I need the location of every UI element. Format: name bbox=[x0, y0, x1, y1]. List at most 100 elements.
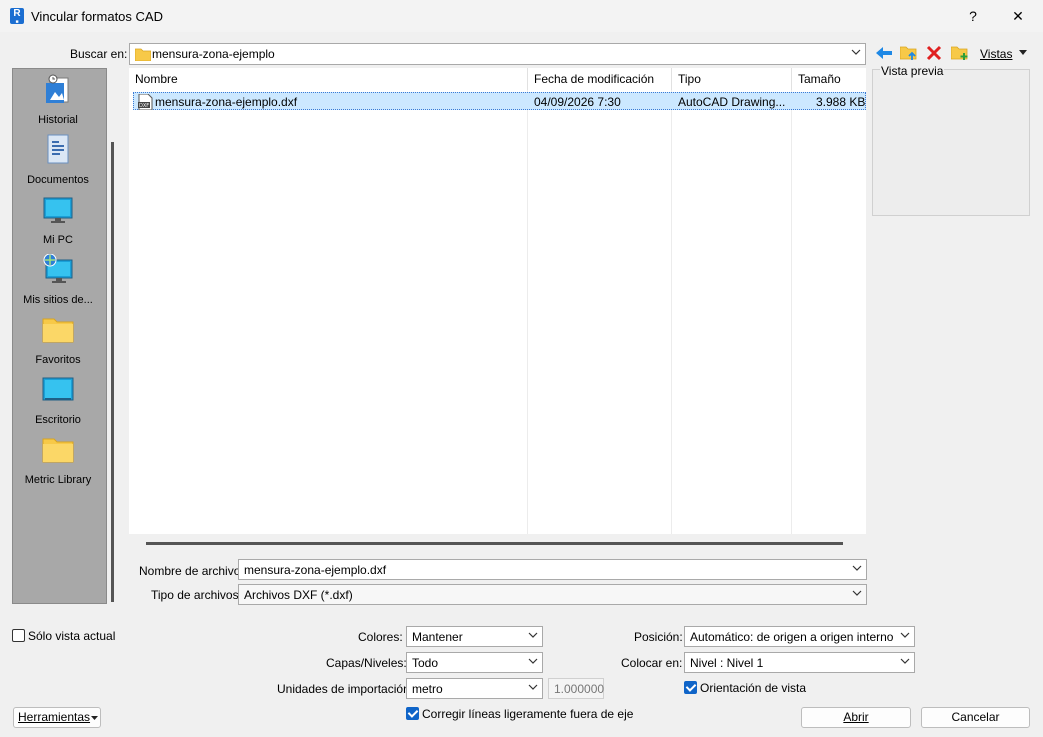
column-header-date[interactable]: Fecha de modificación bbox=[528, 68, 672, 90]
chevron-down-icon bbox=[900, 632, 910, 638]
svg-text:DXF: DXF bbox=[139, 103, 149, 109]
column-divider bbox=[527, 90, 528, 534]
chevron-down-icon[interactable] bbox=[852, 563, 862, 573]
up-folder-icon[interactable] bbox=[900, 44, 918, 61]
orient-to-view-label: Orientación de vista bbox=[700, 681, 807, 695]
lookin-combo[interactable]: mensura-zona-ejemplo bbox=[129, 43, 866, 65]
filename-value: mensura-zona-ejemplo.dxf bbox=[244, 563, 387, 577]
help-button[interactable]: ? bbox=[958, 6, 988, 26]
colors-value: Mantener bbox=[412, 630, 463, 644]
import-units-value: metro bbox=[412, 682, 443, 696]
chevron-down-icon bbox=[528, 684, 538, 690]
preview-label: Vista previa bbox=[880, 64, 945, 78]
place-historial[interactable]: Historial bbox=[13, 74, 103, 134]
column-header-type[interactable]: Tipo bbox=[672, 68, 792, 90]
place-escritorio[interactable]: Escritorio bbox=[13, 374, 103, 434]
back-arrow-icon[interactable] bbox=[875, 45, 893, 61]
correct-lines-label: Corregir líneas ligeramente fuera de eje bbox=[422, 707, 634, 721]
folder-icon bbox=[42, 318, 74, 343]
new-folder-icon[interactable] bbox=[951, 44, 969, 61]
dxf-file-icon: DXF bbox=[138, 94, 153, 110]
place-label: Metric Library bbox=[24, 474, 92, 486]
column-header-name[interactable]: Nombre bbox=[129, 68, 528, 90]
filetype-label: Tipo de archivos: bbox=[151, 588, 242, 602]
place-at-label: Colocar en: bbox=[621, 656, 683, 670]
layers-select[interactable]: Todo bbox=[406, 652, 543, 673]
place-documentos[interactable]: Documentos bbox=[13, 134, 103, 194]
layers-value: Todo bbox=[412, 656, 439, 670]
import-units-label: Unidades de importación: bbox=[277, 682, 414, 696]
preview-panel bbox=[872, 69, 1030, 216]
place-label: Mi PC bbox=[43, 234, 73, 246]
file-type: AutoCAD Drawing... bbox=[678, 95, 786, 109]
views-menu-button[interactable]: Vistas bbox=[980, 47, 1012, 61]
close-button[interactable]: ✕ bbox=[1003, 6, 1033, 26]
caret-down-icon[interactable] bbox=[1019, 50, 1027, 56]
places-bar: Historial Documentos Mi PC Mis sitios de… bbox=[12, 68, 107, 604]
documents-icon bbox=[47, 134, 69, 164]
place-mi-pc[interactable]: Mi PC bbox=[13, 194, 103, 254]
network-sites-icon bbox=[43, 254, 73, 283]
open-button[interactable]: Abrir bbox=[801, 707, 911, 728]
file-list: Nombre Fecha de modificación Tipo Tamaño… bbox=[129, 68, 866, 534]
place-mis-sitios[interactable]: Mis sitios de... bbox=[13, 254, 103, 314]
desktop-icon bbox=[42, 377, 74, 401]
lookin-label: Buscar en: bbox=[70, 47, 128, 61]
place-at-value: Nivel : Nivel 1 bbox=[690, 656, 764, 670]
import-units-factor: 1.000000 bbox=[548, 678, 604, 699]
correct-lines-checkbox[interactable] bbox=[406, 707, 419, 720]
folder-icon bbox=[42, 438, 74, 463]
delete-icon[interactable] bbox=[926, 45, 942, 61]
current-view-only-checkbox[interactable] bbox=[12, 629, 25, 642]
orient-to-view-checkbox[interactable] bbox=[684, 681, 697, 694]
chevron-down-icon bbox=[900, 658, 910, 664]
views-label: Vistas bbox=[980, 47, 1013, 61]
filename-label: Nombre de archivo: bbox=[139, 564, 244, 578]
file-size: 3.988 KB bbox=[816, 95, 866, 109]
chevron-down-icon bbox=[528, 658, 538, 664]
column-divider bbox=[791, 90, 792, 534]
current-view-only-label: Sólo vista actual bbox=[28, 629, 116, 643]
filetype-value: Archivos DXF (*.dxf) bbox=[244, 588, 353, 602]
place-label: Historial bbox=[38, 114, 78, 126]
place-label: Favoritos bbox=[35, 354, 81, 366]
place-label: Documentos bbox=[27, 174, 89, 186]
filename-input[interactable]: mensura-zona-ejemplo.dxf bbox=[238, 559, 867, 580]
cancel-label: Cancelar bbox=[951, 710, 1000, 724]
position-label: Posición: bbox=[634, 630, 683, 644]
folder-icon bbox=[135, 48, 151, 61]
title-bar: R ■ Vincular formatos CAD ? ✕ bbox=[0, 0, 1043, 32]
filetype-select[interactable]: Archivos DXF (*.dxf) bbox=[238, 584, 867, 605]
caret-down-icon bbox=[91, 716, 98, 720]
cancel-button[interactable]: Cancelar bbox=[921, 707, 1030, 728]
chevron-down-icon bbox=[528, 632, 538, 638]
file-name: mensura-zona-ejemplo.dxf bbox=[155, 95, 298, 109]
place-favoritos[interactable]: Favoritos bbox=[13, 314, 103, 374]
position-select[interactable]: Automático: de origen a origen interno bbox=[684, 626, 915, 647]
revit-app-icon: R ■ bbox=[10, 8, 24, 25]
tools-button[interactable]: Herramientas bbox=[13, 707, 101, 728]
history-icon bbox=[46, 74, 69, 103]
place-at-select[interactable]: Nivel : Nivel 1 bbox=[684, 652, 915, 673]
window-title: Vincular formatos CAD bbox=[31, 9, 163, 24]
position-value: Automático: de origen a origen interno bbox=[690, 630, 894, 644]
open-label: Abrir bbox=[843, 710, 869, 724]
lookin-value: mensura-zona-ejemplo bbox=[152, 47, 275, 61]
colors-select[interactable]: Mantener bbox=[406, 626, 543, 647]
computer-icon bbox=[43, 197, 73, 223]
file-date: 04/09/2026 7:30 bbox=[534, 95, 621, 109]
tools-label: Herramientas bbox=[18, 710, 91, 724]
horizontal-scrollbar[interactable] bbox=[146, 542, 843, 545]
place-metric-library[interactable]: Metric Library bbox=[13, 434, 103, 494]
import-units-factor-value: 1.000000 bbox=[554, 682, 605, 696]
column-divider bbox=[671, 90, 672, 534]
place-label: Mis sitios de... bbox=[23, 294, 93, 306]
places-scrollbar[interactable] bbox=[111, 142, 114, 602]
column-header-size[interactable]: Tamaño bbox=[792, 68, 866, 90]
layers-label: Capas/Niveles: bbox=[326, 656, 407, 670]
place-label: Escritorio bbox=[35, 414, 81, 426]
colors-label: Colores: bbox=[358, 630, 403, 644]
import-units-select[interactable]: metro bbox=[406, 678, 543, 699]
chevron-down-icon bbox=[852, 590, 862, 596]
file-row[interactable]: DXF mensura-zona-ejemplo.dxf 04/09/2026 … bbox=[133, 92, 866, 110]
